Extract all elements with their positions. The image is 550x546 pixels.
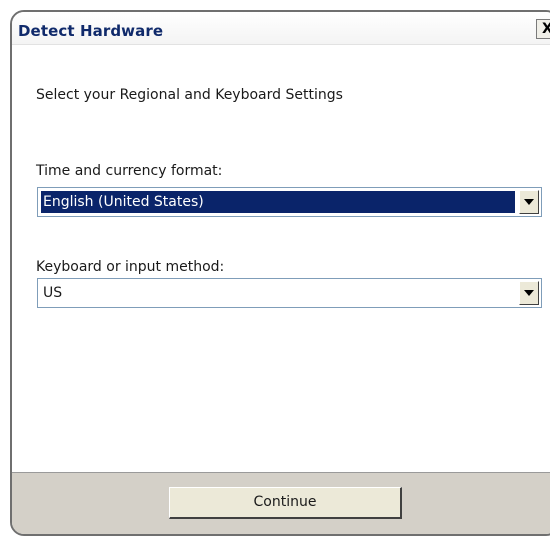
time-currency-label: Time and currency format:	[36, 163, 223, 179]
dialog-content: Select your Regional and Keyboard Settin…	[12, 45, 550, 472]
close-button[interactable]: X	[536, 19, 550, 39]
instruction-text: Select your Regional and Keyboard Settin…	[36, 87, 343, 103]
title-bar: Detect Hardware X	[12, 12, 550, 45]
page: Detect Hardware X Select your Regional a…	[0, 0, 550, 546]
keyboard-dropdown-button[interactable]	[519, 281, 539, 305]
chevron-down-icon	[524, 290, 534, 296]
keyboard-label: Keyboard or input method:	[36, 259, 225, 275]
keyboard-select[interactable]: US	[37, 278, 542, 308]
time-currency-select[interactable]: English (United States)	[37, 187, 542, 217]
chevron-down-icon	[524, 199, 534, 205]
keyboard-value: US	[43, 285, 63, 301]
time-currency-dropdown-button[interactable]	[519, 190, 539, 214]
detect-hardware-dialog: Detect Hardware X Select your Regional a…	[10, 10, 550, 536]
continue-button[interactable]: Continue	[169, 487, 402, 519]
button-bar: Continue	[12, 472, 550, 534]
time-currency-value: English (United States)	[41, 191, 515, 213]
close-icon: X	[542, 21, 550, 37]
dialog-title: Detect Hardware	[18, 22, 164, 40]
